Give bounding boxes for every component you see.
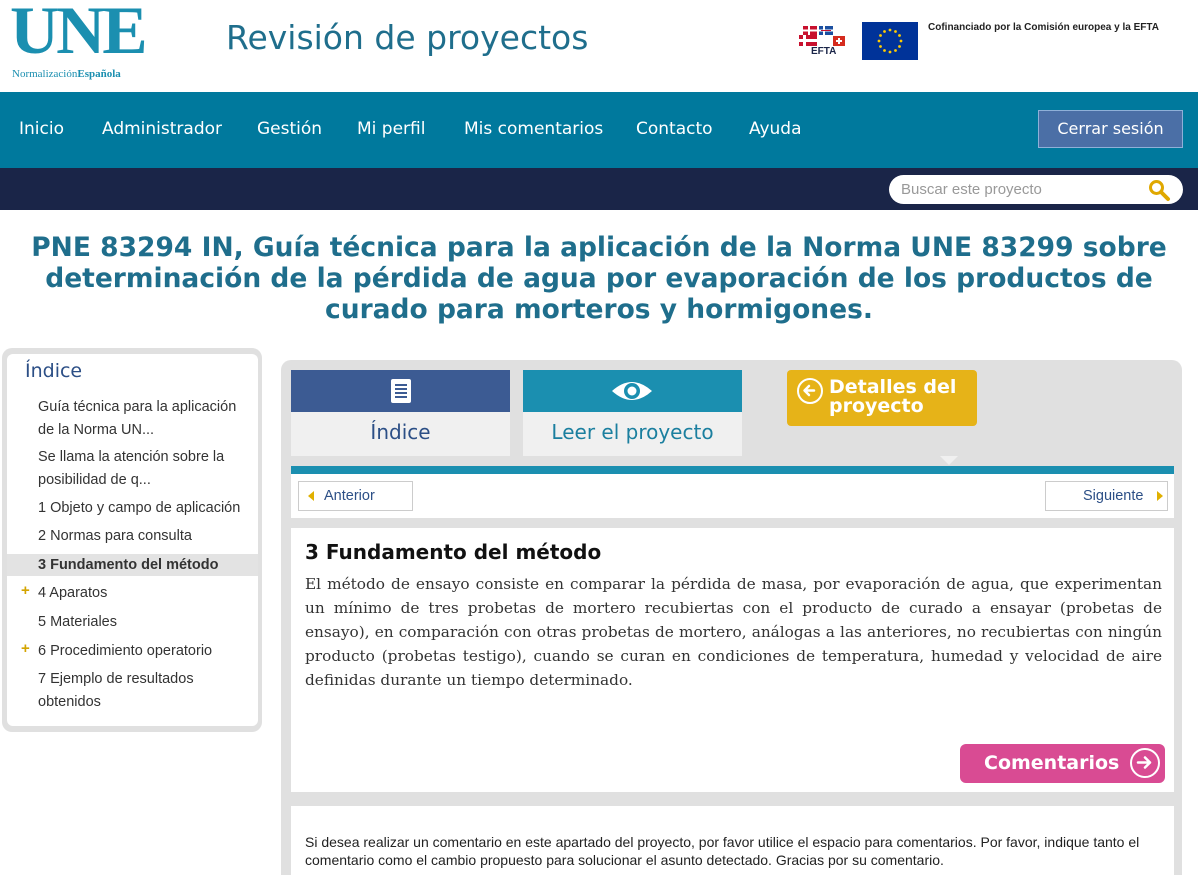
arrow-left-icon: [308, 491, 314, 501]
tab-indice-label: Índice: [370, 420, 431, 444]
expand-plus-icon[interactable]: +: [21, 582, 30, 599]
nav-item-inicio[interactable]: Inicio: [19, 119, 64, 139]
tab-indice[interactable]: Índice: [291, 370, 510, 456]
comment-instructions: Si desea realizar un comentario en este …: [291, 806, 1174, 875]
next-button[interactable]: Siguiente: [1045, 481, 1168, 511]
main-navigation: Inicio Administrador Gestión Mi perfil M…: [0, 92, 1198, 168]
site-title: Revisión de proyectos: [226, 18, 589, 57]
sidebar-item-fundamento[interactable]: 3 Fundamento del método: [38, 554, 256, 577]
nav-item-administrador[interactable]: Administrador: [102, 119, 222, 139]
nav-item-mi-perfil[interactable]: Mi perfil: [357, 119, 425, 139]
search-box: [889, 175, 1183, 204]
tab-leer-proyecto[interactable]: Leer el proyecto: [523, 370, 958, 465]
eye-icon: [612, 382, 652, 400]
details-label: Detalles del proyecto: [829, 376, 957, 417]
logout-button[interactable]: Cerrar sesión: [1038, 110, 1183, 148]
search-icon[interactable]: [1147, 178, 1171, 202]
previous-button[interactable]: Anterior: [298, 481, 413, 511]
sidebar-item-objeto[interactable]: 1 Objeto y campo de aplicación: [38, 497, 256, 520]
sidebar-item-guia[interactable]: Guía técnica para la aplicación de la No…: [38, 396, 256, 441]
comments-button[interactable]: Comentarios: [960, 744, 1165, 783]
list-document-icon: [391, 379, 411, 403]
tab-leer-label: Leer el proyecto: [551, 420, 714, 444]
section-title: 3 Fundamento del método: [305, 540, 602, 564]
tab-pointer-icon: [940, 456, 958, 465]
arrow-right-icon: [1157, 491, 1163, 501]
une-logo[interactable]: UNE NormalizaciónEspañola: [10, 0, 150, 84]
search-bar-strip: [0, 168, 1198, 210]
search-input[interactable]: [901, 179, 1141, 200]
previous-label: Anterior: [324, 488, 375, 504]
sidebar-item-aparatos[interactable]: 4 Aparatos: [38, 582, 256, 605]
nav-item-mis-comentarios[interactable]: Mis comentarios: [464, 119, 603, 139]
expand-plus-icon[interactable]: +: [21, 640, 30, 657]
nav-item-contacto[interactable]: Contacto: [636, 119, 713, 139]
nav-item-gestion[interactable]: Gestión: [257, 119, 322, 139]
logo-subtitle: NormalizaciónEspañola: [12, 68, 121, 80]
comment-instructions-text: Si desea realizar un comentario en este …: [305, 834, 1140, 868]
tab-divider-bar: [291, 466, 1174, 474]
arrow-right-circle-icon: [1130, 748, 1160, 778]
sidebar-item-materiales[interactable]: 5 Materiales: [38, 611, 256, 634]
cofinance-text: Cofinanciado por la Comisión europea y l…: [928, 22, 1159, 33]
site-header: UNE NormalizaciónEspañola Revisión de pr…: [0, 0, 1198, 92]
nav-item-ayuda[interactable]: Ayuda: [749, 119, 802, 139]
sidebar-item-normas[interactable]: 2 Normas para consulta: [38, 525, 256, 548]
sidebar-item-procedimiento[interactable]: 6 Procedimiento operatorio: [38, 640, 256, 663]
section-body: El método de ensayo consiste en comparar…: [305, 575, 1162, 689]
main-panel: Índice Leer el proyecto Detalles del pro…: [281, 360, 1182, 875]
pager: Anterior Siguiente: [291, 474, 1174, 518]
sidebar-item-ejemplo[interactable]: 7 Ejemplo de resultados obtenidos: [38, 668, 256, 713]
svg-text:EFTA: EFTA: [811, 46, 836, 57]
arrow-left-circle-icon: [797, 378, 823, 404]
efta-flags-icon: EFTA: [797, 22, 849, 58]
eu-flag-icon: [862, 22, 918, 60]
sidebar-title: Índice: [25, 360, 83, 382]
section-content: 3 Fundamento del método El método de ens…: [291, 528, 1174, 792]
project-details-button[interactable]: Detalles del proyecto: [787, 370, 977, 426]
sidebar-panel: Índice Guía técnica para la aplicación d…: [7, 354, 258, 726]
comments-label: Comentarios: [984, 752, 1120, 774]
sidebar-item-atencion[interactable]: Se llama la atención sobre la posibilida…: [38, 446, 256, 491]
sidebar: Índice Guía técnica para la aplicación d…: [2, 348, 262, 732]
page-title: PNE 83294 IN, Guía técnica para la aplic…: [31, 232, 1167, 325]
next-label: Siguiente: [1083, 488, 1144, 504]
logo-text: UNE: [10, 0, 148, 68]
